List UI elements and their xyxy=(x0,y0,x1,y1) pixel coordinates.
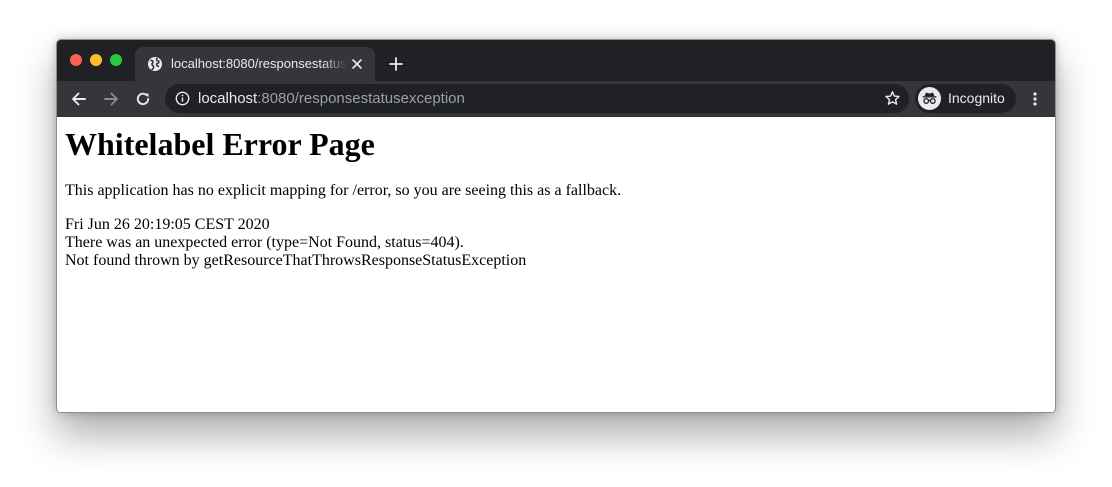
reload-icon[interactable] xyxy=(134,90,152,108)
bookmark-star-icon[interactable] xyxy=(884,90,901,107)
address-bar[interactable]: localhost:8080/responsestatusexception xyxy=(165,84,909,113)
browser-window: localhost:8080/responsestatusexception xyxy=(56,39,1056,413)
close-window-button[interactable] xyxy=(70,54,82,66)
error-status: There was an unexpected error (type=Not … xyxy=(65,234,464,251)
tab-title: localhost:8080/responsestatusexception xyxy=(171,56,347,71)
close-tab-icon[interactable] xyxy=(350,57,364,71)
incognito-icon xyxy=(918,87,941,110)
page-content: Whitelabel Error Page This application h… xyxy=(57,117,1055,412)
profile-button[interactable]: Incognito xyxy=(915,84,1016,113)
globe-icon xyxy=(147,56,163,72)
back-icon[interactable] xyxy=(70,90,88,108)
info-icon[interactable] xyxy=(175,91,190,106)
maximize-window-button[interactable] xyxy=(110,54,122,66)
browser-tab[interactable]: localhost:8080/responsestatusexception xyxy=(135,47,375,81)
url-text: localhost:8080/responsestatusexception xyxy=(198,90,465,107)
new-tab-icon[interactable] xyxy=(388,56,404,72)
profile-label: Incognito xyxy=(948,90,1005,106)
forward-icon[interactable] xyxy=(102,90,120,108)
error-timestamp: Fri Jun 26 20:19:05 CEST 2020 xyxy=(65,216,270,233)
minimize-window-button[interactable] xyxy=(90,54,102,66)
error-message: Not found thrown by getResourceThatThrow… xyxy=(65,252,527,269)
url-host: localhost xyxy=(198,90,258,107)
page-title: Whitelabel Error Page xyxy=(65,126,375,162)
error-details: Fri Jun 26 20:19:05 CEST 2020 There was … xyxy=(65,216,526,270)
browser-toolbar: localhost:8080/responsestatusexception I… xyxy=(57,81,1055,117)
tab-strip: localhost:8080/responsestatusexception xyxy=(57,40,1055,81)
url-path: :8080/responsestatusexception xyxy=(257,90,465,107)
more-menu-icon[interactable] xyxy=(1027,90,1043,108)
fallback-message: This application has no explicit mapping… xyxy=(65,182,622,199)
